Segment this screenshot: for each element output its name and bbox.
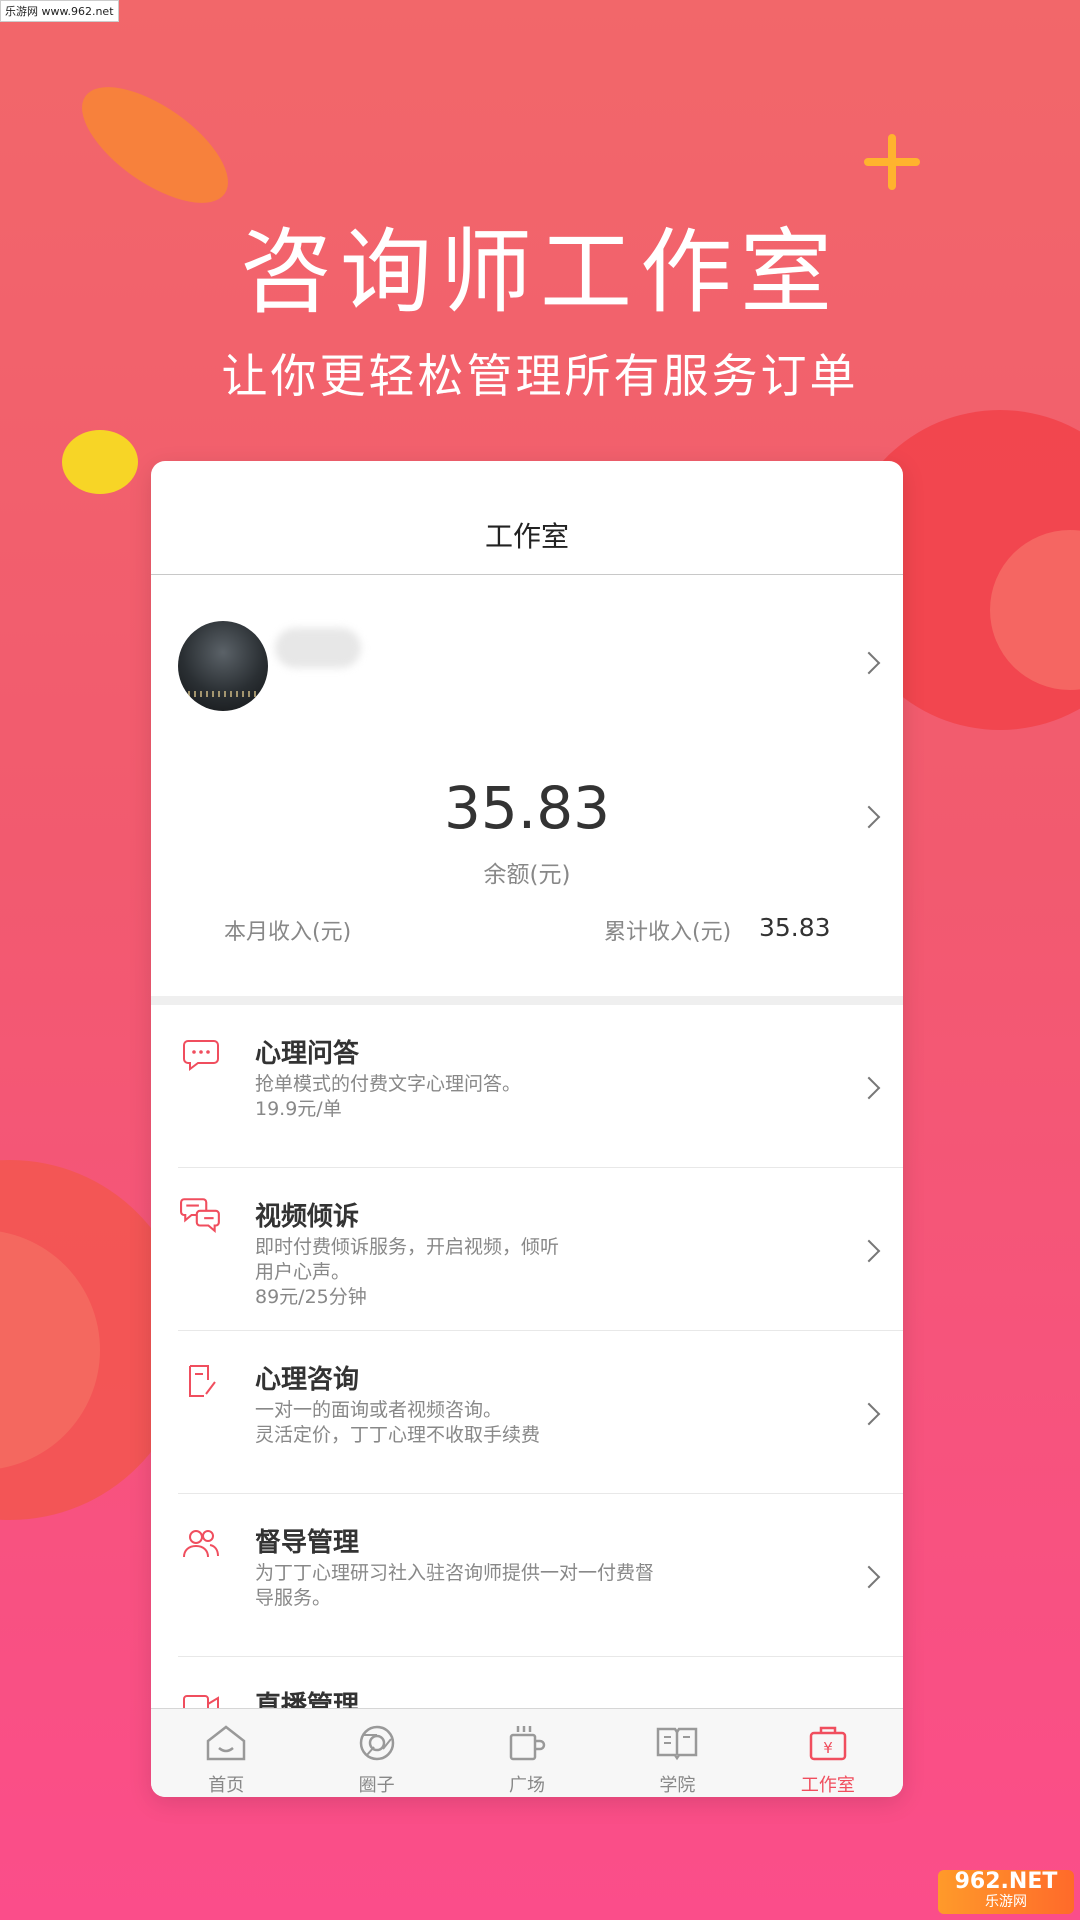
balance-label: 余额(元) bbox=[483, 862, 571, 888]
profile-row[interactable] bbox=[151, 575, 903, 749]
tab-studio[interactable]: ¥ 工作室 bbox=[753, 1709, 903, 1797]
service-desc-line: 19.9元/单 bbox=[255, 1098, 342, 1120]
avatar[interactable] bbox=[178, 621, 268, 711]
service-desc: 为丁丁心理研习社入驻咨询师提供一对一付费督 导服务。 bbox=[255, 1561, 735, 1611]
service-title: 心理问答 bbox=[255, 1039, 360, 1069]
chevron-right-icon bbox=[857, 1239, 881, 1263]
watermark-main: 962.NET bbox=[954, 1869, 1058, 1894]
tab-label: 首页 bbox=[208, 1775, 245, 1796]
blurred-username bbox=[275, 628, 361, 668]
tab-label: 圈子 bbox=[358, 1775, 395, 1796]
home-icon bbox=[206, 1725, 246, 1761]
note-edit-icon bbox=[189, 1365, 216, 1397]
service-item-supervision[interactable]: 督导管理 为丁丁心理研习社入驻咨询师提供一对一付费督 导服务。 bbox=[151, 1494, 903, 1657]
service-desc-line: 89元/25分钟 bbox=[255, 1286, 367, 1308]
chevron-right-icon bbox=[857, 1076, 881, 1100]
service-title: 视频倾诉 bbox=[255, 1202, 360, 1232]
hero-title: 咨询师工作室 bbox=[239, 219, 840, 326]
tab-label: 工作室 bbox=[800, 1775, 855, 1796]
cup-icon bbox=[509, 1726, 546, 1761]
watermark-sub: 乐游网 bbox=[985, 1894, 1027, 1910]
circle-icon bbox=[359, 1725, 394, 1761]
service-title: 心理咨询 bbox=[255, 1365, 360, 1395]
balance-value: 35.83 bbox=[443, 774, 611, 842]
balance-section[interactable]: 35.83 余额(元) 本月收入(元) 累计收入(元) 35.83 bbox=[151, 749, 903, 996]
service-desc-line: 导服务。 bbox=[255, 1587, 332, 1609]
tab-label: 学院 bbox=[659, 1775, 696, 1796]
svg-text:¥: ¥ bbox=[823, 1739, 833, 1757]
service-desc-line: 即时付费倾诉服务，开启视频，倾听 bbox=[255, 1236, 560, 1258]
service-desc-line: 抢单模式的付费文字心理问答。 bbox=[255, 1073, 522, 1095]
total-income-label: 累计收入(元) bbox=[604, 920, 732, 945]
dual-chat-icon bbox=[180, 1198, 220, 1233]
service-desc-line: 用户心声。 bbox=[255, 1261, 351, 1283]
watermark-bottom-right: 962.NET 乐游网 bbox=[938, 1870, 1074, 1914]
service-desc-line: 一对一的面询或者视频咨询。 bbox=[255, 1399, 503, 1421]
book-icon bbox=[657, 1727, 698, 1761]
chevron-right-icon bbox=[857, 1565, 881, 1589]
month-income-label: 本月收入(元) bbox=[224, 920, 352, 945]
tab-academy[interactable]: 学院 bbox=[602, 1709, 752, 1797]
service-title: 督导管理 bbox=[255, 1528, 360, 1558]
service-desc: 抢单模式的付费文字心理问答。 19.9元/单 bbox=[255, 1072, 735, 1122]
phone-screen: 工作室 35.83 余额(元) 本月收入(元) 累计收入(元) 35.83 心理… bbox=[151, 461, 903, 1797]
tab-home[interactable]: 首页 bbox=[151, 1709, 301, 1797]
service-desc-line: 为丁丁心理研习社入驻咨询师提供一对一付费督 bbox=[255, 1562, 655, 1584]
users-icon bbox=[183, 1530, 219, 1558]
tab-bar: 首页 圈子 广场 学院 ¥ 工作室 bbox=[151, 1708, 903, 1797]
hero-subtitle: 让你更轻松管理所有服务订单 bbox=[221, 349, 859, 403]
service-desc: 一对一的面询或者视频咨询。 灵活定价，丁丁心理不收取手续费 bbox=[255, 1398, 735, 1448]
service-item-qa[interactable]: 心理问答 抢单模式的付费文字心理问答。 19.9元/单 bbox=[151, 1005, 903, 1168]
service-desc: 即时付费倾诉服务，开启视频，倾听 用户心声。 89元/25分钟 bbox=[255, 1235, 735, 1310]
service-desc-line: 灵活定价，丁丁心理不收取手续费 bbox=[255, 1424, 541, 1446]
service-item-video-talk[interactable]: 视频倾诉 即时付费倾诉服务，开启视频，倾听 用户心声。 89元/25分钟 bbox=[151, 1168, 903, 1331]
section-divider bbox=[151, 996, 903, 1005]
wallet-icon: ¥ bbox=[809, 1726, 847, 1761]
nav-title: 工作室 bbox=[151, 461, 903, 575]
total-income-value: 35.83 bbox=[759, 913, 831, 942]
tab-label: 广场 bbox=[509, 1775, 546, 1796]
tab-circle[interactable]: 圈子 bbox=[301, 1709, 451, 1797]
chevron-right-icon bbox=[857, 651, 881, 675]
tab-square[interactable]: 广场 bbox=[452, 1709, 602, 1797]
chevron-right-icon bbox=[857, 1402, 881, 1426]
service-item-consult[interactable]: 心理咨询 一对一的面询或者视频咨询。 灵活定价，丁丁心理不收取手续费 bbox=[151, 1331, 903, 1494]
chat-bubble-icon bbox=[183, 1040, 219, 1071]
